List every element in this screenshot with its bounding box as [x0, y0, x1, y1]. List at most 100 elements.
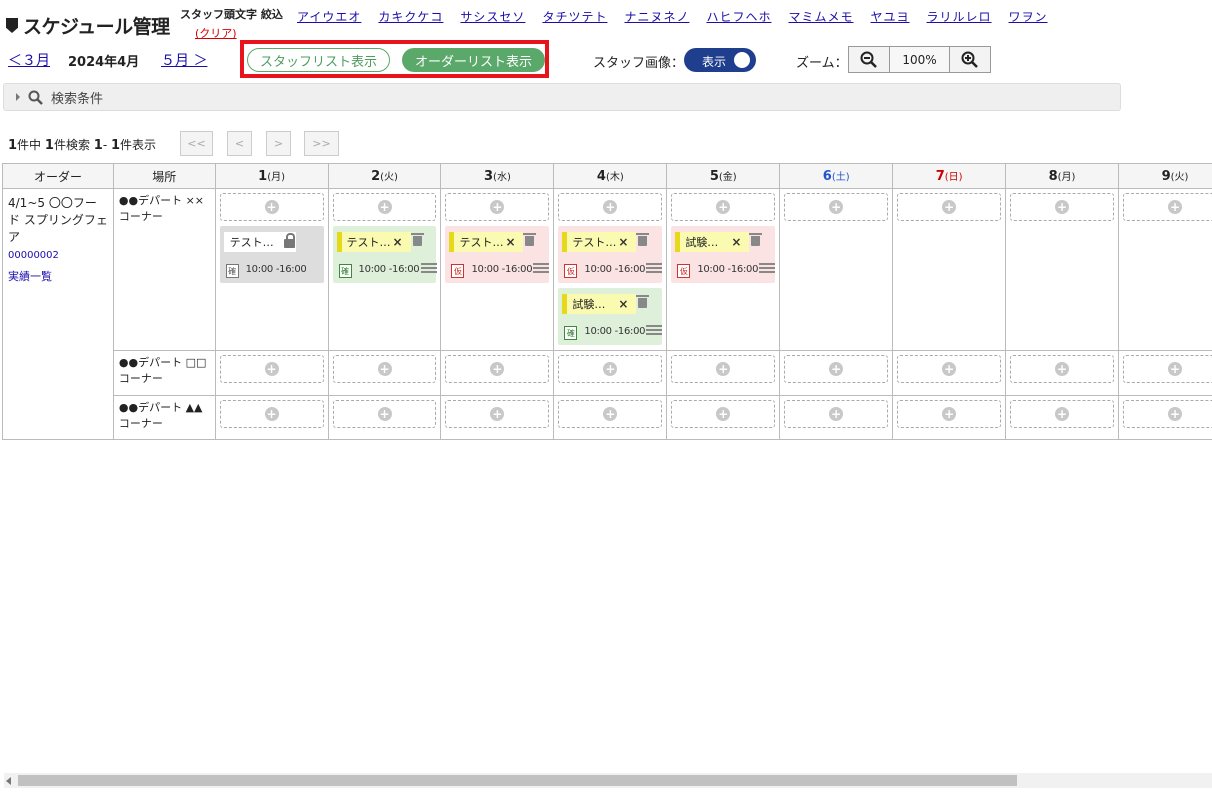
add-shift-button[interactable]: +: [445, 193, 550, 221]
page-title: スケジュール管理: [6, 12, 170, 39]
shift-card[interactable]: テスト… × 仮 10:00 -16:00: [445, 226, 550, 283]
prev-month-link[interactable]: ＜３月: [8, 50, 50, 70]
trash-icon[interactable]: [523, 233, 537, 246]
lock-icon: [283, 233, 295, 248]
kana-link[interactable]: アイウエオ: [297, 8, 361, 25]
search-conditions-toggle[interactable]: 検索条件: [3, 83, 1121, 111]
add-icon: +: [490, 362, 505, 376]
order-column-header: オーダー: [2, 163, 114, 189]
add-shift-button[interactable]: +: [784, 193, 889, 221]
add-shift-button[interactable]: +: [1123, 400, 1212, 428]
scrollbar-thumb[interactable]: [18, 775, 1017, 786]
close-icon[interactable]: ×: [618, 236, 628, 248]
add-shift-button[interactable]: +: [784, 355, 889, 383]
day-cell: +: [892, 395, 1007, 440]
day-header: 9(火): [1118, 163, 1212, 189]
grid-row: ●●デパート ▲▲コーナー + + + + + + + + +: [3, 395, 1212, 440]
add-shift-button[interactable]: +: [332, 193, 437, 221]
add-shift-button[interactable]: +: [1010, 355, 1114, 383]
order-code-link[interactable]: 00000002: [8, 247, 108, 264]
shift-time: 10:00 -16:00: [584, 326, 646, 337]
add-shift-button[interactable]: +: [1010, 400, 1114, 428]
prev-page-button[interactable]: <: [227, 131, 252, 156]
scroll-left-arrow-icon[interactable]: [6, 777, 11, 785]
add-shift-button[interactable]: +: [897, 355, 1002, 383]
first-page-button[interactable]: <<: [180, 131, 213, 156]
add-shift-button[interactable]: +: [1010, 193, 1114, 221]
trash-icon[interactable]: [636, 295, 650, 308]
add-icon: +: [942, 362, 957, 376]
next-month-link[interactable]: ５月 ＞: [161, 50, 207, 70]
trash-icon[interactable]: [410, 233, 424, 246]
kana-link[interactable]: ヤユヨ: [871, 8, 910, 25]
trash-icon[interactable]: [636, 233, 650, 246]
day-cell: +: [327, 350, 442, 396]
close-icon[interactable]: ×: [505, 236, 515, 248]
add-shift-button[interactable]: +: [558, 400, 663, 428]
kana-link[interactable]: サシスセソ: [460, 8, 525, 25]
kana-link[interactable]: ラリルレロ: [927, 8, 992, 25]
kana-link[interactable]: ナニヌネノ: [624, 8, 689, 25]
add-shift-button[interactable]: +: [671, 355, 776, 383]
add-shift-button[interactable]: +: [897, 400, 1002, 428]
day-cell: +: [553, 350, 668, 396]
staff-list-view-button[interactable]: スタッフリスト表示: [247, 48, 390, 72]
drag-handle-icon[interactable]: [646, 263, 663, 265]
drag-handle-icon[interactable]: [420, 263, 437, 265]
next-page-button[interactable]: >: [266, 131, 291, 156]
kana-link[interactable]: カキクケコ: [378, 8, 443, 25]
kana-link[interactable]: ハヒフヘホ: [706, 8, 771, 25]
add-shift-button[interactable]: +: [332, 400, 437, 428]
shift-card[interactable]: テスト… × 仮 10:00 -16:00: [558, 226, 663, 283]
add-shift-button[interactable]: +: [897, 193, 1002, 221]
staff-image-toggle[interactable]: 表示: [684, 48, 756, 72]
schedule-grid: オーダー 場所 1(月) 2(火) 3(水) 4(木) 5(金) 6(土) 7(…: [2, 163, 1212, 440]
add-shift-button[interactable]: +: [445, 355, 550, 383]
grid-row: 4/1~5 〇〇フード スプリングフェア 00000002 実績一覧 ●●デパー…: [2, 188, 1212, 440]
add-shift-button[interactable]: +: [1123, 355, 1212, 383]
add-shift-button[interactable]: +: [671, 400, 776, 428]
close-icon[interactable]: ×: [731, 236, 741, 248]
drag-handle-icon[interactable]: [646, 325, 663, 327]
zoom-control: 100%: [848, 46, 991, 73]
add-shift-button[interactable]: +: [445, 400, 550, 428]
add-shift-button[interactable]: +: [1123, 193, 1212, 221]
zoom-in-button[interactable]: [950, 47, 990, 72]
drag-handle-icon[interactable]: [759, 263, 776, 265]
add-shift-button[interactable]: +: [219, 193, 324, 221]
add-shift-button[interactable]: +: [671, 193, 776, 221]
last-page-button[interactable]: >>: [304, 131, 339, 156]
day-header: 5(金): [666, 163, 781, 189]
trash-icon[interactable]: [749, 233, 763, 246]
kana-filter-links: アイウエオ カキクケコ サシスセソ タチツテト ナニヌネノ ハヒフヘホ マミムメ…: [297, 8, 1048, 25]
zoom-out-button[interactable]: [849, 47, 890, 72]
search-conditions-label: 検索条件: [51, 91, 104, 107]
add-shift-button[interactable]: +: [332, 355, 437, 383]
day-cell: +: [779, 350, 894, 396]
drag-handle-icon[interactable]: [533, 263, 550, 265]
kana-link[interactable]: ワヲン: [1009, 8, 1048, 25]
shift-card[interactable]: 試験… × 仮 10:00 -16:00: [671, 226, 776, 283]
kana-clear-link[interactable]: (クリア): [195, 25, 237, 41]
status-badge: 仮: [451, 264, 465, 278]
shift-time: 10:00 -16:00: [697, 264, 759, 275]
kana-link[interactable]: マミムメモ: [788, 8, 853, 25]
add-shift-button[interactable]: +: [219, 400, 324, 428]
close-icon[interactable]: ×: [618, 298, 628, 310]
shift-card[interactable]: テスト… × 確 10:00 -16:00: [332, 226, 437, 283]
add-shift-button[interactable]: +: [558, 193, 663, 221]
day-cell: + 試験… × 仮 10:00 -16:00: [666, 188, 781, 351]
kana-link[interactable]: タチツテト: [542, 8, 607, 25]
day-header: 1(月): [214, 163, 329, 189]
order-list-view-button[interactable]: オーダーリスト表示: [402, 48, 545, 72]
close-icon[interactable]: ×: [393, 236, 403, 248]
shift-card[interactable]: 試験… × 確 10:00 -16:00: [558, 288, 663, 345]
add-icon: +: [603, 200, 618, 214]
add-icon: +: [377, 407, 392, 421]
add-shift-button[interactable]: +: [558, 355, 663, 383]
shift-card[interactable]: テスト… 確 10:00 -16:00: [219, 226, 324, 283]
add-icon: +: [377, 200, 392, 214]
add-shift-button[interactable]: +: [784, 400, 889, 428]
results-list-link[interactable]: 実績一覧: [8, 268, 108, 285]
add-shift-button[interactable]: +: [219, 355, 324, 383]
